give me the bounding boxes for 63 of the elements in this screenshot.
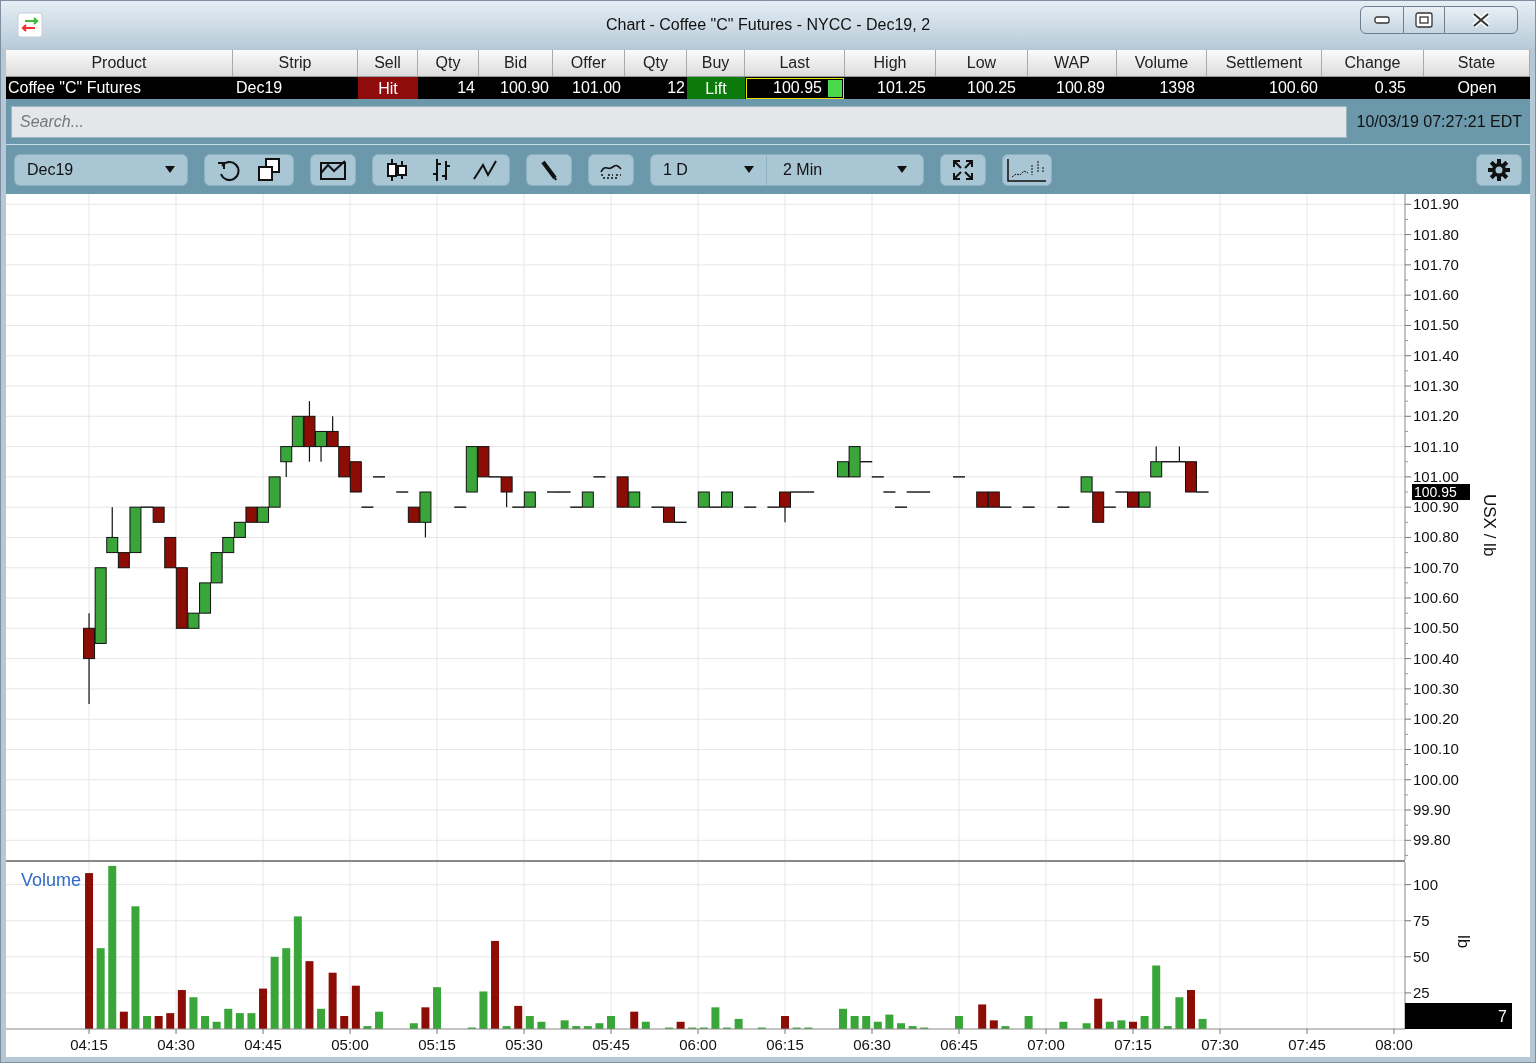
table-cell-text: 100.89: [1055, 78, 1106, 98]
axis-label: 04:45: [244, 1036, 282, 1053]
table-cell-text: 101.00: [571, 78, 622, 98]
axis-label: 05:00: [331, 1036, 369, 1053]
axis-label: 100.00: [1413, 770, 1459, 788]
last-price: 100.95: [772, 78, 823, 98]
table-cell-text: 12: [666, 78, 686, 98]
axis-label: 101.40: [1413, 346, 1459, 364]
axis-label: 06:00: [679, 1036, 717, 1053]
table-cell-text: Coffee "C" Futures: [7, 78, 142, 98]
axis-label: 75: [1413, 911, 1430, 929]
table-cell-text: Open: [1456, 78, 1498, 98]
axis-label: 100.10: [1413, 740, 1459, 758]
table-cell-text: 100.60: [1268, 78, 1319, 98]
table-cell-text: Dec19: [235, 78, 284, 98]
axis-label: 101.90: [1413, 195, 1459, 213]
window-title: Chart - Coffee "C" Futures - NYCC - Dec19, 2: [605, 14, 931, 35]
axis-label: 06:45: [940, 1036, 978, 1053]
axis-label: 05:30: [505, 1036, 543, 1053]
axis-label: 100.80: [1413, 528, 1459, 546]
axis-label: 101.30: [1413, 377, 1459, 394]
axis-label: 100.40: [1413, 649, 1459, 667]
axis-label: 99.80: [1413, 831, 1451, 849]
axis-label: 04:30: [157, 1036, 195, 1053]
timestamp: 10/03/19 07:27:21 EDT: [1356, 111, 1522, 132]
axis-label: 25: [1413, 983, 1430, 1001]
last-price-label: 100.95: [1412, 484, 1470, 500]
last-volume-label: 7: [1405, 1003, 1512, 1029]
axis-label: 101.00: [1413, 467, 1459, 485]
axis-label: 101.10: [1413, 437, 1459, 455]
axis-label: 101.20: [1413, 407, 1459, 425]
axis-label: 100.20: [1413, 710, 1459, 728]
axis-label: 06:15: [766, 1036, 804, 1053]
axis-label: 101.80: [1413, 225, 1459, 243]
table-cell-text: 100.90: [499, 78, 550, 98]
axis-label: 101.70: [1413, 255, 1459, 273]
axis-title: USX / lb: [1480, 494, 1499, 557]
axis-label: 100.60: [1413, 589, 1459, 606]
chart-title: Volume: [21, 870, 82, 890]
axis-label: 07:15: [1114, 1036, 1152, 1053]
axis-label: 08:00: [1375, 1036, 1413, 1053]
table-cell-text: 0.35: [1373, 78, 1407, 98]
axis-label: 101.60: [1413, 286, 1459, 304]
axis-label: 06:30: [853, 1036, 891, 1053]
axis-label: 50: [1413, 947, 1430, 965]
axis-label: 07:30: [1201, 1036, 1239, 1053]
axis-label: 100.50: [1413, 619, 1459, 637]
axis-label: 100.70: [1413, 558, 1459, 576]
axis-title: lb: [1454, 935, 1473, 949]
table-cell-text: 101.25: [876, 78, 927, 98]
axis-label: 100.90: [1413, 498, 1459, 516]
axis-label: 07:00: [1027, 1036, 1065, 1053]
table-cell-text: 14: [456, 78, 476, 98]
table-cell-text: 1398: [1158, 78, 1196, 98]
table-cell-text: 100.25: [966, 78, 1017, 98]
axis-label: 07:45: [1288, 1036, 1326, 1053]
axis-label: 100.30: [1413, 679, 1459, 697]
axis-label: 99.90: [1413, 801, 1451, 819]
axis-label: 05:15: [418, 1036, 456, 1053]
axis-label: 101.50: [1413, 316, 1459, 334]
axis-label: 05:45: [592, 1036, 630, 1053]
axis-label: 100: [1413, 875, 1439, 893]
axis-label: 04:15: [70, 1036, 108, 1053]
